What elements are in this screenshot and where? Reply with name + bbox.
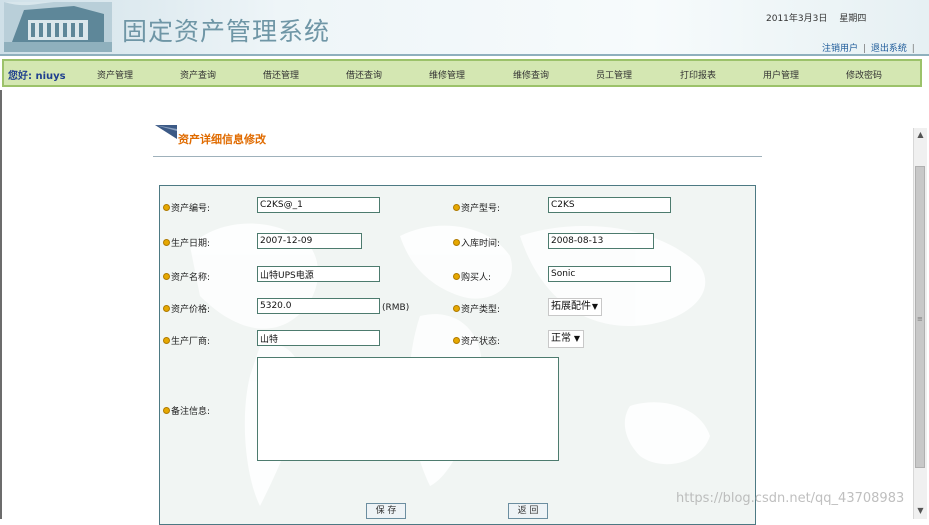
nav-staff-management[interactable]: 员工管理 (596, 68, 632, 81)
nav-user-management[interactable]: 用户管理 (763, 68, 799, 81)
username: niuys (35, 71, 66, 82)
greeting-prefix: 您好: (8, 71, 32, 82)
nav-borrow-management[interactable]: 借还管理 (263, 68, 299, 81)
scroll-up-arrow-icon[interactable]: ▲ (914, 128, 927, 141)
exit-system-link[interactable]: 退出系统 (871, 44, 907, 54)
price-input[interactable] (257, 298, 380, 314)
nav-asset-management[interactable]: 资产管理 (97, 68, 133, 81)
current-weekday: 星期四 (839, 14, 867, 24)
logout-link[interactable]: 注销用户 (822, 44, 858, 54)
bullet-icon (163, 273, 170, 280)
title-divider (153, 156, 762, 157)
save-button[interactable]: 保 存 (366, 503, 406, 519)
asset-status-value: 正常 (551, 333, 571, 344)
asset-status-select[interactable]: 正常 ▼ (548, 330, 584, 348)
chevron-down-icon: ▼ (591, 302, 598, 311)
date-display: 2011年3月3日 星期四 (766, 11, 866, 24)
link-separator: | (862, 44, 866, 54)
bullet-icon (453, 239, 460, 246)
bullet-icon (163, 204, 170, 211)
storage-date-label: 入库时间: (453, 236, 500, 249)
asset-no-label: 资产编号: (163, 201, 210, 214)
nav-borrow-query[interactable]: 借还查询 (346, 68, 382, 81)
frame-border (0, 90, 2, 519)
manufacturer-label: 生产厂商: (163, 334, 210, 347)
header-divider (0, 54, 929, 56)
header-links: 注销用户 | 退出系统 | (822, 41, 917, 54)
current-date: 2011年3月3日 (766, 14, 828, 24)
scroll-thumb[interactable]: ≡ (915, 166, 925, 468)
user-greeting: 您好: niuys (8, 67, 66, 82)
header-banner: 固定资产管理系统 2011年3月3日 星期四 注销用户 | 退出系统 | (0, 0, 929, 55)
link-separator: | (911, 44, 915, 54)
production-date-label: 生产日期: (163, 236, 210, 249)
page-scrollbar[interactable]: ▲ ≡ ▼ (913, 128, 927, 519)
asset-name-label: 资产名称: (163, 270, 210, 283)
nav-asset-query[interactable]: 资产查询 (180, 68, 216, 81)
page-title: 资产详细信息修改 (178, 133, 266, 146)
chevron-down-icon: ▼ (573, 334, 580, 343)
title-arrow-icon (155, 125, 177, 139)
production-date-input[interactable] (257, 233, 362, 249)
bullet-icon (453, 305, 460, 312)
asset-name-input[interactable] (257, 266, 380, 282)
bullet-icon (453, 273, 460, 280)
scroll-down-arrow-icon[interactable]: ▼ (914, 504, 927, 517)
bullet-icon (163, 337, 170, 344)
asset-model-input[interactable] (548, 197, 671, 213)
buyer-label: 购买人: (453, 270, 491, 283)
asset-status-label: 资产状态: (453, 334, 500, 347)
building-logo-icon (4, 2, 112, 52)
asset-type-label: 资产类型: (453, 302, 500, 315)
asset-no-input[interactable] (257, 197, 380, 213)
grip-icon: ≡ (917, 315, 923, 323)
storage-date-input[interactable] (548, 233, 654, 249)
watermark-text: https://blog.csdn.net/qq_43708983 (676, 491, 905, 506)
main-nav-bar: 您好: niuys 资产管理 资产查询 借还管理 借还查询 维修管理 维修查询 … (2, 59, 922, 87)
buyer-input[interactable] (548, 266, 671, 282)
remark-textarea[interactable] (257, 357, 559, 461)
bullet-icon (163, 305, 170, 312)
nav-repair-query[interactable]: 维修查询 (513, 68, 549, 81)
asset-type-select[interactable]: 拓展配件 ▼ (548, 298, 602, 316)
nav-change-password[interactable]: 修改密码 (846, 68, 882, 81)
app-title: 固定资产管理系统 (122, 17, 331, 46)
back-button[interactable]: 返 回 (508, 503, 548, 519)
asset-edit-form: 资产编号: 资产型号: 生产日期: 入库时间: 资产名称: 购买人: 资产价格:… (159, 185, 756, 525)
bullet-icon (453, 204, 460, 211)
remark-label: 备注信息: (163, 404, 210, 417)
bullet-icon (163, 239, 170, 246)
manufacturer-input[interactable] (257, 330, 380, 346)
nav-repair-management[interactable]: 维修管理 (429, 68, 465, 81)
bullet-icon (163, 407, 170, 414)
price-unit: (RMB) (382, 303, 410, 313)
asset-type-value: 拓展配件 (551, 301, 591, 312)
nav-print-report[interactable]: 打印报表 (680, 68, 716, 81)
price-label: 资产价格: (163, 302, 210, 315)
asset-model-label: 资产型号: (453, 201, 500, 214)
bullet-icon (453, 337, 460, 344)
